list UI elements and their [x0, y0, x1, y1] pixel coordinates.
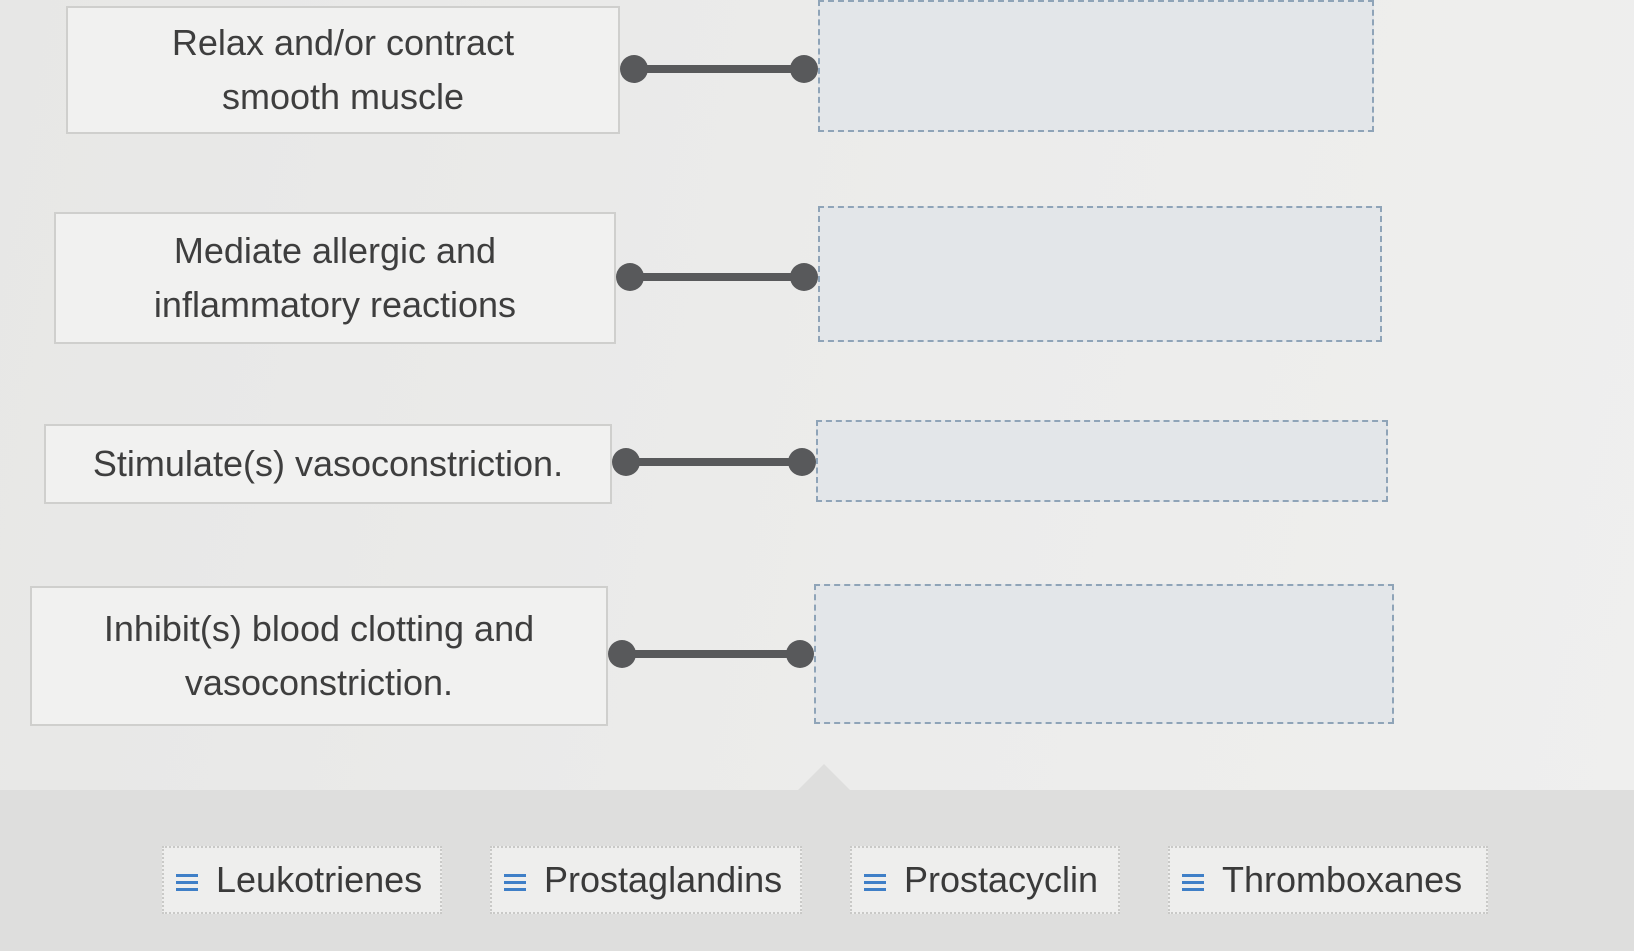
answer-dropzone-1[interactable] — [818, 0, 1374, 132]
connector-start-dot — [620, 55, 648, 83]
prompt-text-line: smooth muscle — [221, 76, 465, 117]
connector-line — [616, 263, 818, 291]
prompt-text-line: Inhibit(s) blood clotting and — [103, 608, 535, 649]
answer-chip-label: Prostacyclin — [904, 859, 1099, 900]
answer-dropzone-4[interactable] — [814, 584, 1394, 724]
connector-start-dot — [612, 448, 640, 476]
prompt-text-line: Stimulate(s) vasoconstriction. — [92, 443, 564, 484]
drag-handle-icon — [504, 872, 526, 894]
answer-chip-label: Prostaglandins — [544, 859, 783, 900]
connector-line — [620, 55, 818, 83]
answer-chip-thromboxanes[interactable]: Thromboxanes — [1168, 846, 1488, 914]
connector-end-dot — [790, 263, 818, 291]
answer-chip-leukotrienes[interactable]: Leukotrienes — [162, 846, 442, 914]
answer-chip-label: Thromboxanes — [1222, 859, 1463, 900]
connector-line — [612, 448, 816, 476]
prompt-text-line: Relax and/or contract — [171, 22, 515, 63]
prompt-text-line: inflammatory reactions — [153, 284, 517, 325]
prompt-card-smooth-muscle: Relax and/or contract smooth muscle — [66, 6, 620, 134]
drag-handle-icon — [1182, 872, 1204, 894]
answer-dropzone-3[interactable] — [816, 420, 1388, 502]
prompt-text-line: vasoconstriction. — [184, 662, 454, 703]
connector-end-dot — [788, 448, 816, 476]
drag-handle-icon — [176, 872, 198, 894]
prompt-text-line: Mediate allergic and — [173, 230, 497, 271]
answer-chip-prostaglandins[interactable]: Prostaglandins — [490, 846, 802, 914]
prompt-card-allergic-inflammatory: Mediate allergic and inflammatory reacti… — [54, 212, 616, 344]
answer-chip-label: Leukotrienes — [216, 859, 423, 900]
prompt-card-blood-clotting: Inhibit(s) blood clotting and vasoconstr… — [30, 586, 608, 726]
matching-question: Relax and/or contract smooth muscle Medi… — [0, 0, 1634, 951]
connector-start-dot — [608, 640, 636, 668]
connector-end-dot — [790, 55, 818, 83]
tray-pointer — [798, 764, 850, 790]
connector-line — [608, 640, 814, 668]
answer-chip-prostacyclin[interactable]: Prostacyclin — [850, 846, 1120, 914]
answer-dropzone-2[interactable] — [818, 206, 1382, 342]
connector-start-dot — [616, 263, 644, 291]
connector-end-dot — [786, 640, 814, 668]
drag-handle-icon — [864, 872, 886, 894]
prompt-card-vasoconstriction: Stimulate(s) vasoconstriction. — [44, 424, 612, 504]
